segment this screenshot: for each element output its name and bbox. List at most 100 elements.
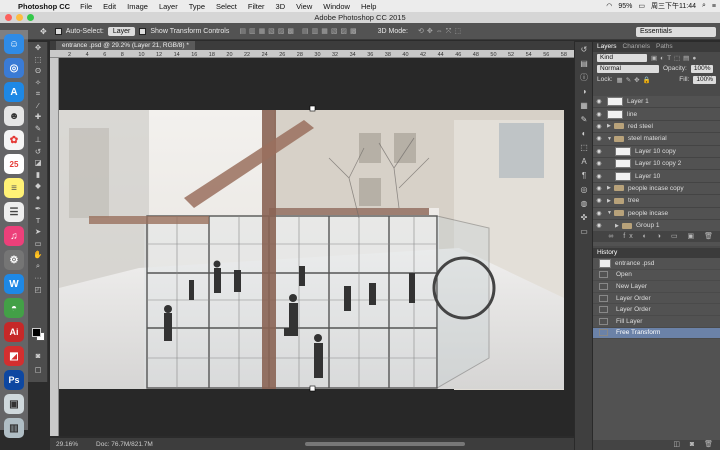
dodge-tool-icon[interactable]: ● bbox=[28, 192, 48, 204]
safari-icon[interactable]: ◎ bbox=[4, 58, 24, 78]
channels-icon[interactable]: ◍ bbox=[575, 196, 593, 210]
align-icons[interactable]: ▤▥▦▧▨▩ ▤▥▦▧▨▩ bbox=[239, 27, 359, 35]
transform-handle-top[interactable] bbox=[309, 105, 316, 112]
healing-brush-tool-icon[interactable]: ✚ bbox=[28, 111, 48, 123]
history-state[interactable]: New Layer bbox=[593, 281, 720, 293]
history-brush-tool-icon[interactable]: ↺ bbox=[28, 146, 48, 158]
battery-percent[interactable]: 95% bbox=[618, 3, 632, 10]
auto-select-checkbox[interactable] bbox=[54, 27, 62, 35]
filter-icons[interactable]: ▣◐T⬚▤● bbox=[651, 54, 699, 62]
history-state[interactable]: Free Transform bbox=[593, 327, 720, 340]
app-menu[interactable]: Photoshop CC bbox=[18, 2, 70, 11]
layer-row[interactable]: ◉ Layer 10 bbox=[593, 170, 720, 183]
expand-arrow-icon[interactable]: ▶ bbox=[607, 185, 614, 191]
visibility-eye-icon[interactable]: ◉ bbox=[593, 148, 605, 155]
lasso-tool-icon[interactable]: ʘ bbox=[28, 65, 48, 77]
vertical-ruler[interactable] bbox=[50, 58, 59, 436]
notes-icon[interactable]: ≡ bbox=[4, 178, 24, 198]
itunes-icon[interactable]: ♫ bbox=[4, 226, 24, 246]
visibility-eye-icon[interactable]: ◉ bbox=[593, 123, 605, 130]
tab-layers[interactable]: Layers bbox=[597, 42, 617, 52]
move-tool-icon[interactable]: ✥ bbox=[28, 42, 48, 54]
history-panel-icon[interactable]: ↺ bbox=[575, 42, 593, 56]
finder-icon[interactable]: ☺ bbox=[4, 34, 24, 54]
menu-filter[interactable]: Filter bbox=[248, 2, 265, 11]
marquee-tool-icon[interactable]: ⬚ bbox=[28, 54, 48, 66]
shape-tool-icon[interactable]: ▭ bbox=[28, 238, 48, 250]
history-footer-icons[interactable]: ◫ ◙ 🗑 bbox=[593, 440, 720, 450]
menu-image[interactable]: Image bbox=[127, 2, 148, 11]
lock-icons[interactable]: ▦✎✥🔒 bbox=[617, 76, 654, 84]
layer-filter-kind[interactable]: Kind bbox=[597, 53, 647, 62]
visibility-eye-icon[interactable]: ◉ bbox=[593, 111, 605, 118]
hand-tool-icon[interactable]: ✋ bbox=[28, 249, 48, 261]
contacts-icon[interactable]: ☻ bbox=[4, 106, 24, 126]
screen-mode-icon[interactable]: ▢ bbox=[28, 364, 48, 376]
visibility-eye-icon[interactable]: ◉ bbox=[593, 160, 605, 167]
visibility-eye-icon[interactable]: ◉ bbox=[593, 197, 605, 204]
sketchup-icon[interactable]: ◩ bbox=[4, 346, 24, 366]
layers-panel-footer-icons[interactable]: ∞ fx ◐ ◑ ▭ ▣ 🗑 bbox=[593, 232, 720, 243]
photoshop-icon[interactable]: Ps bbox=[4, 370, 24, 390]
preview-icon[interactable]: ▣ bbox=[4, 394, 24, 414]
gradient-tool-icon[interactable]: ▮ bbox=[28, 169, 48, 181]
properties-icon[interactable]: ▤ bbox=[575, 56, 593, 70]
horizontal-ruler[interactable]: 2 4 6 8 10 12 14 16 18 20 22 24 26 28 30 32 34 36 38 40 42 44… bbox=[50, 50, 574, 58]
zoom-level[interactable]: 29.16% bbox=[56, 441, 78, 448]
word-icon[interactable]: W bbox=[4, 274, 24, 294]
history-snapshot[interactable]: entrance .psd bbox=[593, 258, 720, 270]
clone-stamp-tool-icon[interactable]: ⊥ bbox=[28, 134, 48, 146]
history-state[interactable]: Fill Layer bbox=[593, 316, 720, 328]
menu-layer[interactable]: Layer bbox=[159, 2, 178, 11]
menu-type[interactable]: Type bbox=[189, 2, 205, 11]
zoom-tool-icon[interactable]: ⌕ bbox=[28, 261, 48, 273]
layer-row[interactable]: ◉ line bbox=[593, 108, 720, 121]
eraser-tool-icon[interactable]: ◪ bbox=[28, 157, 48, 169]
document-tab[interactable]: entrance .psd @ 29.2% (Layer 21, RGB/8) … bbox=[56, 41, 195, 50]
zoom-window-button[interactable] bbox=[27, 14, 34, 21]
info-icon[interactable]: ⓘ bbox=[575, 70, 593, 84]
tab-channels[interactable]: Channels bbox=[623, 42, 650, 52]
show-transform-checkbox[interactable] bbox=[139, 27, 147, 35]
wifi-icon[interactable]: ◠ bbox=[606, 2, 612, 10]
brush-panel-icon[interactable]: ✎ bbox=[575, 112, 593, 126]
layer-row[interactable]: ◉ Layer 10 copy 2 bbox=[593, 158, 720, 171]
system-preferences-icon[interactable]: ⚙ bbox=[4, 250, 24, 270]
workspace-dropdown[interactable]: Essentials bbox=[636, 27, 716, 37]
fill-field[interactable]: 100% bbox=[693, 75, 716, 84]
layers-list[interactable]: ◉ Layer 1 ◉ line ◉ ▶ red steel ◉ ▼ steel material… bbox=[593, 96, 720, 246]
visibility-eye-icon[interactable]: ◉ bbox=[593, 135, 605, 142]
styles-icon[interactable]: ⬚ bbox=[575, 140, 593, 154]
visibility-eye-icon[interactable]: ◉ bbox=[593, 185, 605, 192]
default-colors-icon[interactable]: ◰ bbox=[28, 284, 48, 296]
path-selection-tool-icon[interactable]: ➤ bbox=[28, 226, 48, 238]
tab-paths[interactable]: Paths bbox=[656, 42, 673, 52]
expand-arrow-icon[interactable]: ▶ bbox=[607, 198, 614, 204]
layer-row[interactable]: ◉ ▶ tree bbox=[593, 195, 720, 208]
visibility-eye-icon[interactable]: ◉ bbox=[593, 210, 605, 217]
layer-row[interactable]: ◉ ▼ people incase bbox=[593, 208, 720, 220]
more-tools-icon[interactable]: ··· bbox=[28, 272, 48, 284]
blur-tool-icon[interactable]: ◆ bbox=[28, 180, 48, 192]
pen-tool-icon[interactable]: ✒ bbox=[28, 203, 48, 215]
horizontal-scroll-thumb[interactable] bbox=[305, 442, 465, 446]
expand-arrow-icon[interactable]: ▶ bbox=[607, 123, 614, 129]
document-canvas[interactable] bbox=[59, 58, 574, 436]
menu-file[interactable]: File bbox=[80, 2, 92, 11]
paths-icon[interactable]: ✜ bbox=[575, 210, 593, 224]
transform-handle-bottom[interactable] bbox=[309, 385, 316, 392]
blend-mode-dropdown[interactable]: Normal bbox=[597, 64, 659, 73]
swatches-icon[interactable]: ▦ bbox=[575, 98, 593, 112]
magic-wand-tool-icon[interactable]: ✧ bbox=[28, 77, 48, 89]
eyedropper-tool-icon[interactable]: ⁄ bbox=[28, 100, 48, 112]
move-tool-icon[interactable]: ✥ bbox=[40, 27, 47, 36]
collapse-arrow-icon[interactable]: ▼ bbox=[607, 210, 614, 216]
layer-row[interactable]: ◉ Layer 10 copy bbox=[593, 146, 720, 158]
minimize-window-button[interactable] bbox=[16, 14, 23, 21]
calendar-icon[interactable]: 25 bbox=[4, 154, 24, 174]
layer-row[interactable]: ◉ ▼ steel material bbox=[593, 133, 720, 146]
visibility-eye-icon[interactable]: ◉ bbox=[593, 222, 605, 229]
menu-list-icon[interactable]: ≡ bbox=[712, 3, 716, 10]
menu-view[interactable]: View bbox=[296, 2, 312, 11]
search-icon[interactable]: ⌕ bbox=[702, 2, 706, 10]
